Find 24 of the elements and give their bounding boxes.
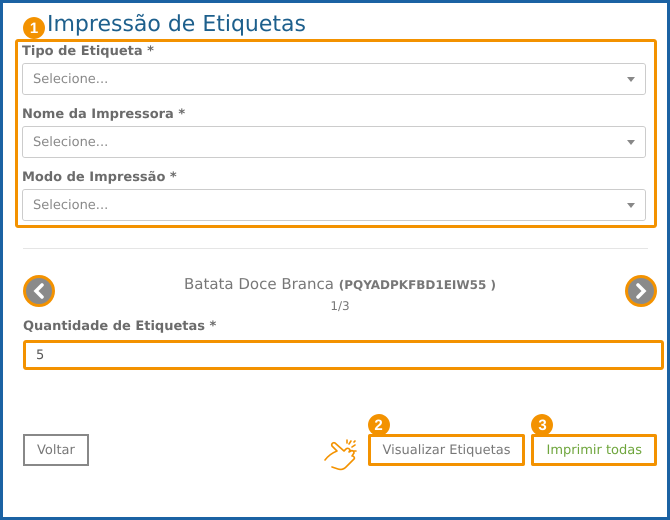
page-title: Impressão de Etiquetas [47,11,306,39]
quantity-field[interactable]: 5 [23,340,664,370]
back-button[interactable]: Voltar [23,434,89,466]
field-label: Nome da Impressora * [22,107,186,122]
print-all-button[interactable]: Imprimir todas [531,434,657,466]
chevron-right-icon [634,283,648,299]
field-label: Tipo de Etiqueta * [22,44,155,59]
step-badge: 3 [531,414,554,436]
select-field[interactable]: Selecione... [22,63,646,95]
field-label: Quantidade de Etiquetas * [23,319,218,334]
field-label: Modo de Impressão * [22,170,178,185]
page-indicator: 1/3 [330,299,350,313]
step-badge: 2 [368,414,390,436]
product-name: Batata Doce Branca (PQYADPKFBD1EIW55 ) [184,275,496,293]
step-badge: 1 [23,17,45,39]
select-field[interactable]: Selecione... [22,189,646,221]
next-button[interactable] [624,275,657,307]
chevron-left-icon [32,283,46,299]
caret-icon [627,202,635,208]
select-field[interactable]: Selecione... [22,126,646,158]
caret-icon [627,140,635,144]
preview-button[interactable]: Visualizar Etiquetas [368,434,526,466]
caret-icon [627,76,635,82]
previous-button[interactable] [23,275,55,307]
